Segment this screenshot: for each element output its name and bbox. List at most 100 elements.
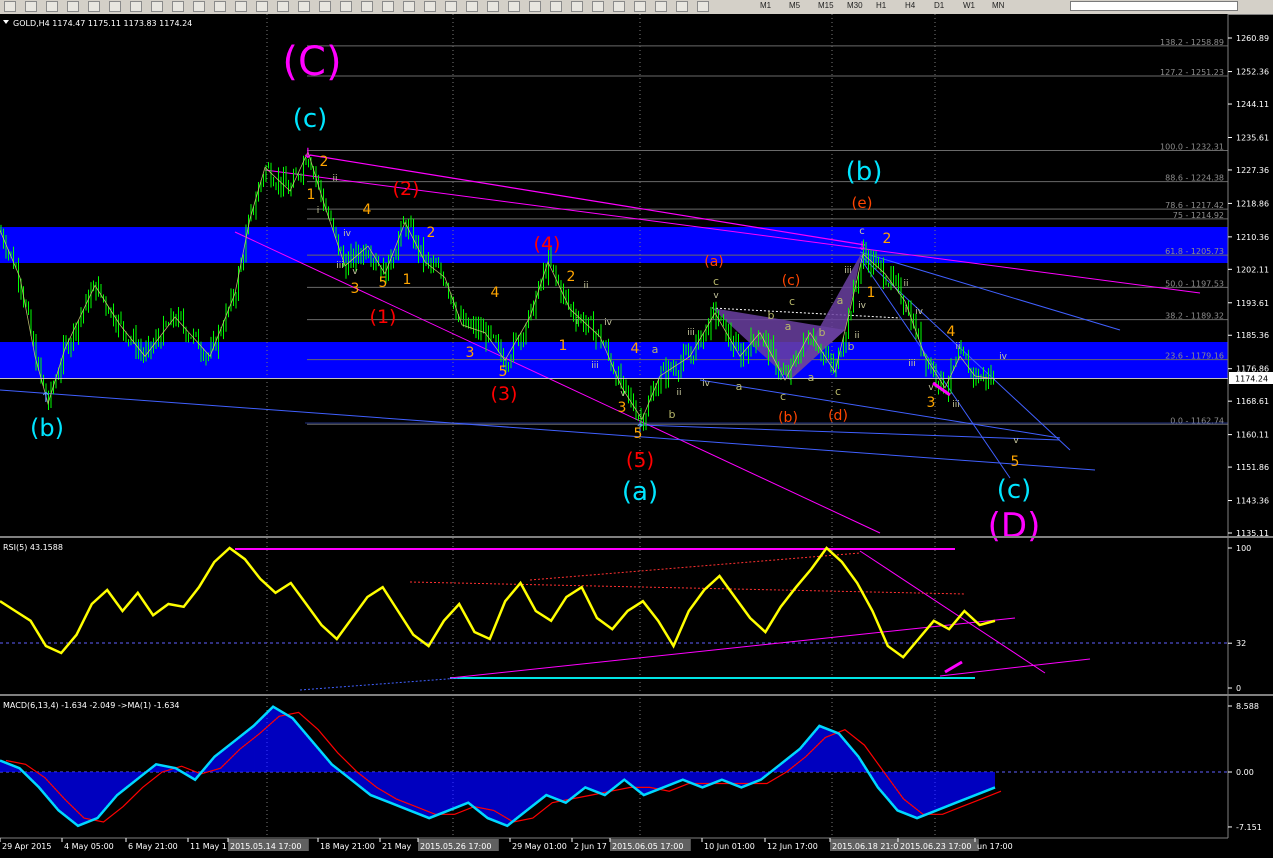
wave-label: 3 [466, 345, 475, 361]
toolbar-button-icon[interactable] [655, 1, 667, 12]
toolbar-button-icon[interactable] [676, 1, 688, 12]
price-tick-label: 1176.86 [1236, 365, 1269, 374]
toolbar-button-icon[interactable] [277, 1, 289, 12]
timeframe-button-m1[interactable]: M1 [760, 1, 771, 10]
price-tick-label: 1143.36 [1236, 497, 1269, 506]
wave-label: c [859, 226, 865, 237]
toolbar-button-icon[interactable] [403, 1, 415, 12]
timeframe-button-m5[interactable]: M5 [789, 1, 800, 10]
toolbar-button-icon[interactable] [634, 1, 646, 12]
wave-label: (c) [782, 273, 801, 289]
wave-label: i [317, 206, 320, 216]
toolbar-button-icon[interactable] [88, 1, 100, 12]
fib-level-label: 78.6 - 1217.42 [1165, 201, 1224, 210]
wave-label: (a) [622, 477, 658, 507]
toolbar-button-icon[interactable] [172, 1, 184, 12]
price-tick-label: 1193.61 [1236, 299, 1269, 308]
wave-label: (b) [778, 410, 798, 426]
toolbar-button-icon[interactable] [424, 1, 436, 12]
wave-label: iv [915, 307, 924, 317]
time-tick-label: 21 May [382, 842, 412, 851]
toolbar-button-icon[interactable] [361, 1, 373, 12]
time-tick-label: 29 Apr 2015 [2, 842, 51, 851]
chart-area: 138.2 - 1258.89 127.2 - 1251.23 100.0 - 12… [0, 14, 1273, 858]
toolbar-button-icon[interactable] [151, 1, 163, 12]
wave-label: 3 [927, 395, 936, 411]
wave-label: v [928, 383, 934, 393]
price-tick-label: 1160.11 [1236, 431, 1269, 440]
toolbar-button-icon[interactable] [697, 1, 709, 12]
time-tick-label: 10 Jun 01:00 [704, 842, 755, 851]
fib-level-label: 138.2 - 1258.89 [1160, 38, 1224, 47]
toolbar-button-icon[interactable] [4, 1, 16, 12]
wave-label: iii [952, 400, 960, 410]
wave-label: ii [676, 388, 681, 398]
wave-label: v [352, 267, 358, 277]
timeframe-button-m15[interactable]: M15 [818, 1, 834, 10]
toolbar-button-icon[interactable] [487, 1, 499, 12]
toolbar-button-icon[interactable] [235, 1, 247, 12]
wave-label: 2 [567, 269, 576, 285]
toolbar-button-icon[interactable] [67, 1, 79, 12]
time-tick-label: 2015.06.23 17:00 [900, 842, 971, 851]
toolbar-button-icon[interactable] [130, 1, 142, 12]
wave-label: c [835, 385, 841, 398]
wave-label: (d) [828, 408, 848, 424]
arrow-down-icon: ↓ [302, 146, 314, 162]
toolbar-button-icon[interactable] [256, 1, 268, 12]
timeframe-button-h4[interactable]: H4 [905, 1, 915, 10]
toolbar-button-icon[interactable] [466, 1, 478, 12]
wave-label: (5) [626, 448, 654, 472]
toolbar-button-icon[interactable] [298, 1, 310, 12]
toolbar-button-icon[interactable] [508, 1, 520, 12]
price-tick-label: 1151.86 [1236, 463, 1269, 472]
arrow-up-icon: ↑ [40, 390, 52, 406]
wave-label: (4) [534, 233, 561, 255]
toolbar-button-icon[interactable] [193, 1, 205, 12]
toolbar-button-icon[interactable] [214, 1, 226, 12]
wave-label: c [780, 390, 786, 403]
wave-label: iii [687, 328, 695, 338]
search-input[interactable] [1070, 1, 1238, 11]
wave-label: 4 [491, 285, 500, 301]
rsi-tick-label: 100 [1236, 544, 1251, 553]
fib-level-label: 38.2 - 1189.32 [1165, 312, 1224, 321]
price-tick-label: 1218.86 [1236, 199, 1269, 208]
time-tick-label: 2015.06.18 21:0 [832, 842, 898, 851]
price-tick-label: 1168.61 [1236, 397, 1269, 406]
toolbar-button-icon[interactable] [319, 1, 331, 12]
time-tick-label: 6 May 21:00 [128, 842, 178, 851]
wave-label: (2) [393, 178, 420, 200]
wave-label: ii [332, 174, 337, 184]
price-tick-label: 1235.61 [1236, 133, 1269, 142]
fib-level-label: 50.0 - 1197.53 [1165, 279, 1224, 288]
price-tick-label: 1135.11 [1236, 529, 1269, 538]
timeframe-button-mn[interactable]: MN [992, 1, 1004, 10]
timeframe-button-m30[interactable]: M30 [847, 1, 863, 10]
toolbar-button-icon[interactable] [529, 1, 541, 12]
wave-label: (b) [30, 414, 64, 442]
time-tick-label: 18 May 21:00 [320, 842, 375, 851]
wave-label: 2 [427, 225, 436, 241]
fib-level-label: 61.8 - 1205.73 [1165, 247, 1224, 256]
wave-label: 1 [559, 338, 568, 354]
wave-label: iii [336, 261, 344, 271]
wave-label: 3 [618, 400, 627, 416]
toolbar-button-icon[interactable] [571, 1, 583, 12]
wave-label: (1) [370, 306, 397, 328]
toolbar-button-icon[interactable] [613, 1, 625, 12]
toolbar-button-icon[interactable] [25, 1, 37, 12]
toolbar-button-icon[interactable] [382, 1, 394, 12]
wave-label: 1 [307, 187, 316, 203]
timeframe-button-h1[interactable]: H1 [876, 1, 886, 10]
toolbar-button-icon[interactable] [340, 1, 352, 12]
toolbar-button-icon[interactable] [46, 1, 58, 12]
time-tick-label: 29 May 01:00 [512, 842, 567, 851]
timeframe-button-w1[interactable]: W1 [963, 1, 975, 10]
timeframe-button-d1[interactable]: D1 [934, 1, 944, 10]
toolbar-button-icon[interactable] [445, 1, 457, 12]
toolbar-button-icon[interactable] [109, 1, 121, 12]
time-tick-label: 2015.06.05 17:00 [612, 842, 683, 851]
toolbar-button-icon[interactable] [550, 1, 562, 12]
toolbar-button-icon[interactable] [592, 1, 604, 12]
